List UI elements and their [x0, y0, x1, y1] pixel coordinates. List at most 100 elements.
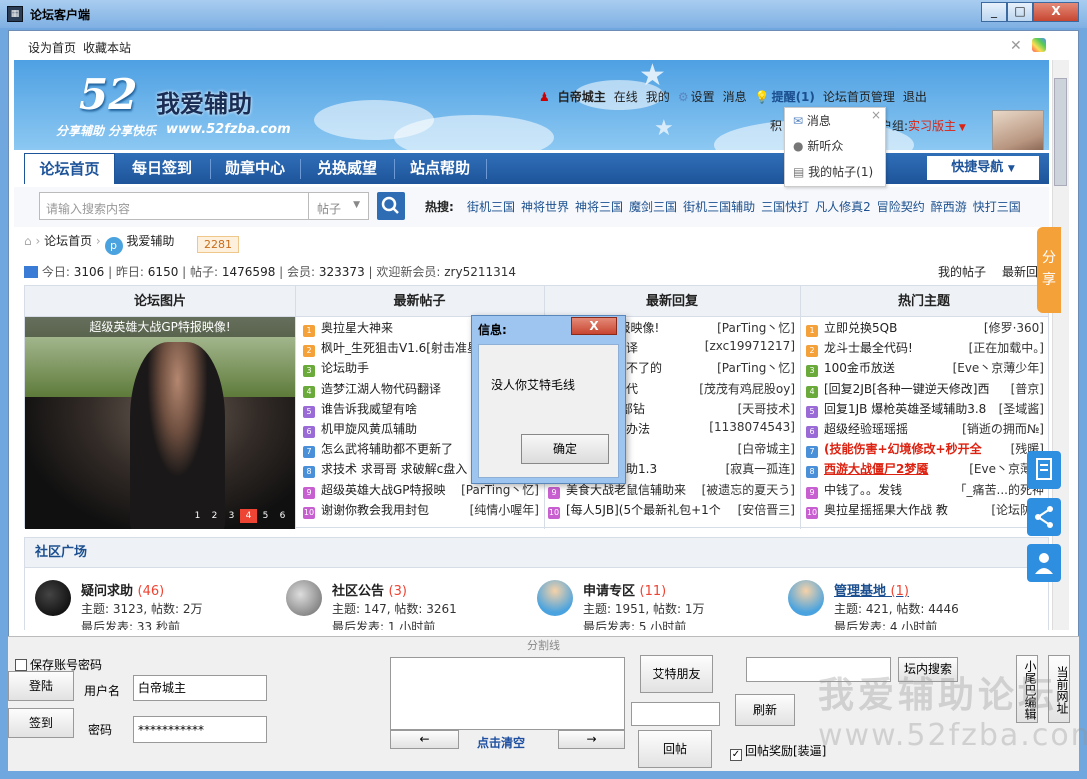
list-item-title[interactable]: 超级经验瑶瑶摇: [824, 422, 908, 436]
quick-nav-button[interactable]: 快捷导航 ▼: [927, 156, 1039, 180]
list-item-title[interactable]: 奥拉星大神来: [321, 321, 393, 335]
list-item[interactable]: 1 立即兑换5QB [修罗·360]: [806, 319, 1044, 339]
nav-signin[interactable]: 每日签到: [116, 153, 208, 184]
scrollbar-thumb[interactable]: [1054, 78, 1067, 186]
list-item-author[interactable]: [安倍晋三]: [733, 500, 795, 518]
list-item-author[interactable]: [白帝城主]: [733, 440, 795, 458]
hot-link[interactable]: 醉西游: [931, 200, 967, 214]
newest-member-link[interactable]: zry5211314: [444, 265, 516, 279]
list-item-title[interactable]: 求技术 求哥哥 求破解c盘入: [321, 462, 467, 476]
pager-item[interactable]: 6: [274, 509, 291, 523]
hot-link[interactable]: 冒险契约: [877, 200, 925, 214]
skin-icon[interactable]: [1032, 38, 1046, 52]
list-item-title[interactable]: 回复1JB 爆枪英雄圣域辅助3.8: [824, 402, 986, 416]
search-input[interactable]: 请输入搜索内容: [39, 192, 309, 220]
list-item-title[interactable]: 机甲旋风黄瓜辅助: [321, 422, 417, 436]
list-item-title[interactable]: 中钱了。。发钱: [824, 483, 902, 497]
nav-exchange[interactable]: 兑换威望: [301, 153, 393, 184]
admin-link[interactable]: 论坛首页管理: [823, 90, 895, 104]
close-button[interactable]: X: [1033, 2, 1079, 22]
list-item-title[interactable]: 谁告诉我威望有啥: [321, 402, 417, 416]
hot-link[interactable]: 凡人修真2: [815, 200, 871, 214]
forum-name[interactable]: 社区公告 (3): [332, 580, 407, 599]
list-item-author[interactable]: [普京]: [1006, 379, 1044, 397]
dialog-ok-button[interactable]: 确定: [521, 434, 609, 464]
list-item[interactable]: 10 [每人5JB](5个最新礼包+1个 [安倍晋三]: [548, 500, 795, 521]
hot-link[interactable]: 神将三国: [575, 200, 623, 214]
pager-item[interactable]: 2: [206, 509, 223, 523]
list-item[interactable]: 5 回复1JB 爆枪英雄圣域辅助3.8 [圣域酱]: [806, 399, 1044, 420]
list-item-author[interactable]: [ParTing丶忆]: [713, 319, 795, 336]
forum-name[interactable]: 申请专区 (11): [583, 580, 666, 599]
forum-name[interactable]: 疑问求助 (46): [81, 580, 164, 599]
list-item-author[interactable]: [天哥技术]: [733, 399, 795, 417]
reply-button[interactable]: 回帖: [638, 730, 712, 768]
list-item-title[interactable]: [每人5JB](5个最新礼包+1个: [566, 503, 721, 517]
forum-item[interactable]: 申请专区 (11) 主题: 1951, 帖数: 1万 最后发表: 5 小时前: [537, 578, 777, 630]
list-item-author[interactable]: [纯情小喔年]: [465, 500, 539, 518]
avatar[interactable]: [992, 110, 1044, 150]
share-tab[interactable]: 分享: [1037, 227, 1061, 313]
home-icon[interactable]: ⌂: [24, 234, 32, 248]
list-item[interactable]: 8 西游大战僵尸2梦魇 [Eve丶京薄少: [806, 460, 1044, 480]
list-item-author[interactable]: [销逝の拥而№]: [958, 419, 1044, 437]
list-item-author[interactable]: [圣域酱]: [994, 399, 1044, 417]
photo-caption[interactable]: 超级英雄大战GP特报映像!: [25, 317, 295, 337]
online-status[interactable]: 在线: [614, 90, 638, 104]
list-item-title[interactable]: 100金币放送: [824, 361, 895, 375]
fullscreen-icon[interactable]: ✕: [1010, 38, 1022, 54]
list-item-title[interactable]: 奥拉星摇摇果大作战 教: [824, 503, 948, 517]
settings-link[interactable]: 设置: [691, 90, 715, 104]
hot-link[interactable]: 街机三国: [467, 200, 515, 214]
pager-item[interactable]: 4: [240, 509, 257, 523]
list-item-title[interactable]: 龙斗士最全代码!: [824, 341, 913, 355]
nav-home[interactable]: 论坛首页: [24, 153, 115, 184]
password-input[interactable]: ***********: [133, 716, 267, 743]
list-item-author[interactable]: [zxc19971217]: [700, 339, 795, 354]
reply-textarea[interactable]: [390, 657, 625, 730]
community-title[interactable]: 社区广场: [25, 538, 1048, 568]
list-item-author[interactable]: [正在加载中。]: [964, 339, 1044, 357]
minimize-button[interactable]: _: [981, 2, 1007, 22]
mine-link[interactable]: 我的: [646, 90, 670, 104]
list-item[interactable]: 10 奥拉星摇摇果大作战 教 [论坛防水: [806, 500, 1044, 521]
forum-item[interactable]: 管理基地 (1) 主题: 421, 帖数: 4446 最后发表: 4 小时前: [788, 578, 1028, 630]
pager-item[interactable]: 3: [223, 509, 240, 523]
list-item-title[interactable]: 论坛助手: [321, 361, 369, 375]
dropdown-item-my-posts[interactable]: ▤ 我的帖子(1): [793, 162, 873, 182]
messages-link[interactable]: 消息: [723, 90, 747, 104]
forum-name[interactable]: 管理基地 (1): [834, 580, 909, 599]
dropdown-item-messages[interactable]: ✉ 消息: [793, 111, 831, 131]
list-item[interactable]: 10 谢谢你教会我用封包 [纯情小喔年]: [303, 500, 539, 521]
user-group[interactable]: 实习版主: [908, 119, 956, 133]
list-item[interactable]: 3 100金币放送 [Eve丶京薄少年]: [806, 359, 1044, 379]
my-posts-link[interactable]: 我的帖子: [938, 263, 986, 280]
featured-photo[interactable]: 超级英雄大战GP特报映像! 123456: [25, 317, 295, 529]
nav-help[interactable]: 站点帮助: [395, 153, 485, 184]
username-input[interactable]: 白帝城主: [133, 675, 267, 701]
user-icon[interactable]: [1027, 544, 1061, 582]
next-button[interactable]: →: [558, 730, 625, 749]
list-item-title[interactable]: [回复2JB[各种一键逆天修改]西: [824, 382, 989, 396]
list-item[interactable]: 7 (技能伤害+幻境修改+秒开全 [残暖]: [806, 440, 1044, 460]
document-icon[interactable]: [1027, 451, 1061, 489]
pager-item[interactable]: 5: [257, 509, 274, 523]
set-home-link[interactable]: 设为首页: [28, 39, 76, 56]
list-item-author[interactable]: [修罗·360]: [979, 319, 1044, 336]
list-item-author[interactable]: [Eve丶京薄少年]: [948, 359, 1044, 377]
list-item-title[interactable]: 美食大战老鼠信辅助来: [566, 483, 686, 497]
list-item[interactable]: 9 中钱了。。发钱 「_痛苦...的死神: [806, 480, 1044, 501]
breadcrumb-site[interactable]: 我爱辅助: [126, 234, 174, 248]
reply-reward-checkbox[interactable]: ✓ 回帖奖励[装逼]: [730, 742, 826, 761]
list-item-title[interactable]: 西游大战僵尸2梦魇: [824, 462, 928, 476]
list-item-author[interactable]: [被遗忘的夏天う]: [697, 480, 795, 498]
clear-link[interactable]: 点击清空: [477, 734, 525, 751]
split-line[interactable]: 分割线: [8, 636, 1079, 654]
hot-link[interactable]: 神将世界: [521, 200, 569, 214]
hot-link[interactable]: 街机三国辅助: [683, 200, 755, 214]
list-item-title[interactable]: 超级英雄大战GP特报映: [321, 483, 446, 497]
remind-link[interactable]: 提醒(1): [772, 90, 815, 104]
pager-item[interactable]: 1: [189, 509, 206, 523]
list-item-author[interactable]: [茂茂有鸡屁股oy]: [695, 379, 795, 397]
list-item-title[interactable]: 枫叶_生死狙击V1.6[射击准星: [321, 341, 479, 355]
